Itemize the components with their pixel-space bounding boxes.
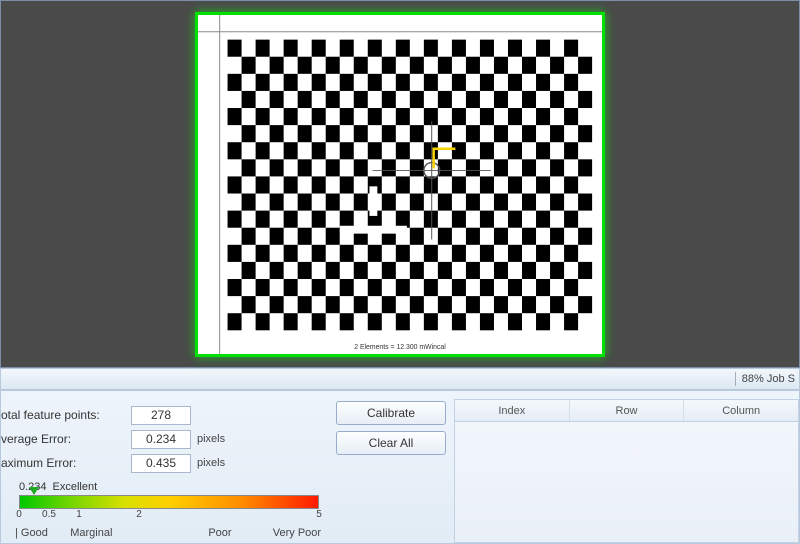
maximum-error-label: aximum Error: (1, 456, 131, 470)
gradient-category-label: Very Poor (273, 527, 328, 539)
gradient-categories: | GoodMarginalPoorVery Poor (15, 527, 328, 539)
total-feature-points-label: otal feature points: (1, 408, 131, 422)
average-error-label: verage Error: (1, 432, 131, 446)
grid-column-header[interactable]: Row (570, 400, 685, 421)
status-bar: 88% Job S (0, 368, 800, 390)
gradient-category-label: Marginal (70, 527, 208, 539)
calibration-target: 2 Elements = 12.300 mWincal (195, 12, 605, 357)
quality-gradient (19, 495, 319, 509)
gradient-tick: 1 (76, 509, 82, 520)
grid-column-header[interactable]: Column (684, 400, 798, 421)
grid-column-header[interactable]: Index (455, 400, 570, 421)
gradient-tick: 2 (136, 509, 142, 520)
points-grid[interactable]: IndexRowColumn (454, 399, 799, 543)
calibrate-button[interactable]: Calibrate (336, 401, 446, 425)
maximum-error-value: 0.435 (131, 454, 191, 473)
score-marker-icon (29, 487, 39, 495)
average-error-value: 0.234 (131, 430, 191, 449)
gradient-tick: 0 (16, 509, 22, 520)
job-progress: 88% Job S (742, 373, 795, 385)
svg-text:2 Elements = 12.300 mWincal: 2 Elements = 12.300 mWincal (354, 344, 446, 351)
score-rating: Excellent (53, 481, 98, 493)
image-viewer[interactable]: 2 Elements = 12.300 mWincal (0, 0, 800, 368)
gradient-category-label: Poor (208, 527, 272, 539)
maximum-error-unit: pixels (197, 457, 225, 469)
gradient-category-label: | Good (15, 527, 70, 539)
average-error-unit: pixels (197, 433, 225, 445)
total-feature-points-value: 278 (131, 406, 191, 425)
gradient-ticks: 0 0.5 1 2 5 (19, 509, 319, 523)
clear-all-button[interactable]: Clear All (336, 431, 446, 455)
gradient-tick: 5 (316, 509, 322, 520)
calibration-panel: otal feature points: 278 verage Error: 0… (0, 390, 800, 544)
gradient-tick: 0.5 (42, 509, 56, 520)
